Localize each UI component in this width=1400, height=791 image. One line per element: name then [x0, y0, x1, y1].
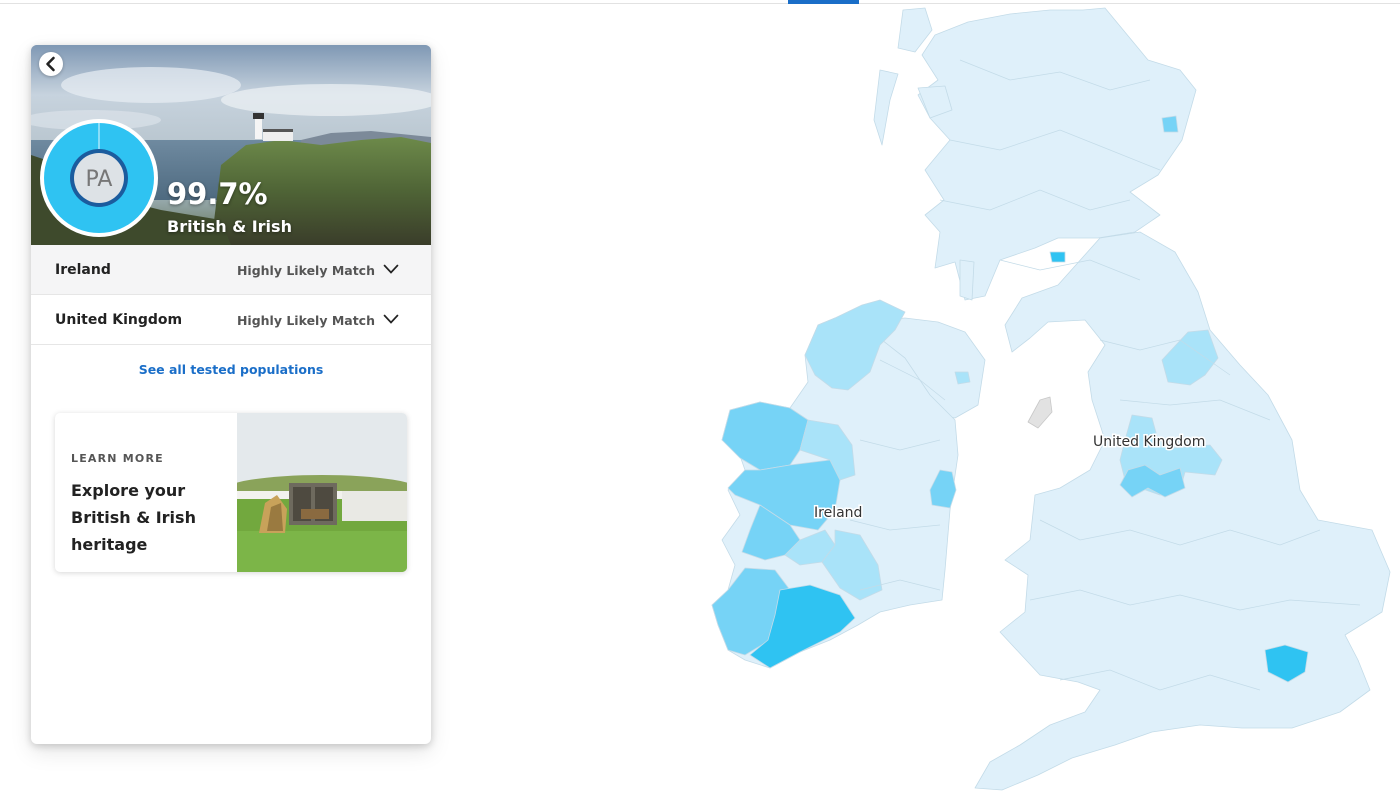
population-row-ireland[interactable]: Ireland Highly Likely Match [31, 245, 431, 295]
map-region-hebrides-2 [873, 69, 899, 146]
hero-photo: PA 99.7% British & Irish [31, 45, 431, 245]
see-all-populations-link[interactable]: See all tested populations [31, 362, 431, 377]
ethnicity-region-name: British & Irish [167, 217, 292, 236]
ethnicity-percentage: 99.7% [167, 177, 268, 211]
map-region-hebrides [897, 7, 933, 53]
map-label-uk: United Kingdom [1093, 434, 1205, 450]
ethnicity-result-card: PA 99.7% British & Irish Ireland Highly … [31, 45, 431, 744]
map-region-england [974, 231, 1391, 791]
ethnicity-ring-chart: PA [40, 119, 158, 237]
map-label-ireland: Ireland [814, 505, 862, 521]
map-region-antrim-spot [954, 371, 971, 385]
map-region-arran [959, 259, 975, 301]
learn-more-card[interactable]: LEARN MORE Explore your British & Irish … [55, 413, 407, 572]
back-button[interactable] [39, 52, 63, 76]
chevron-left-icon [46, 56, 55, 72]
chevron-down-icon[interactable] [383, 313, 399, 325]
learn-more-label: LEARN MORE [71, 452, 164, 465]
population-country: United Kingdom [55, 312, 183, 328]
map-region-glasgow [1049, 251, 1066, 263]
map-region-aberdeen [1161, 115, 1179, 133]
population-row-united-kingdom[interactable]: United Kingdom Highly Likely Match [31, 295, 431, 345]
ancestry-map[interactable]: Ireland United Kingdom [480, 4, 1400, 791]
avatar-initials: PA [86, 167, 113, 192]
learn-more-title: Explore your British & Irish heritage [71, 481, 196, 554]
population-match: Highly Likely Match [236, 263, 375, 278]
population-country: Ireland [55, 262, 111, 278]
chevron-down-icon[interactable] [383, 263, 399, 275]
population-match: Highly Likely Match [236, 313, 375, 328]
heritage-photo [237, 413, 407, 572]
map-region-isle-of-man [1027, 396, 1053, 429]
